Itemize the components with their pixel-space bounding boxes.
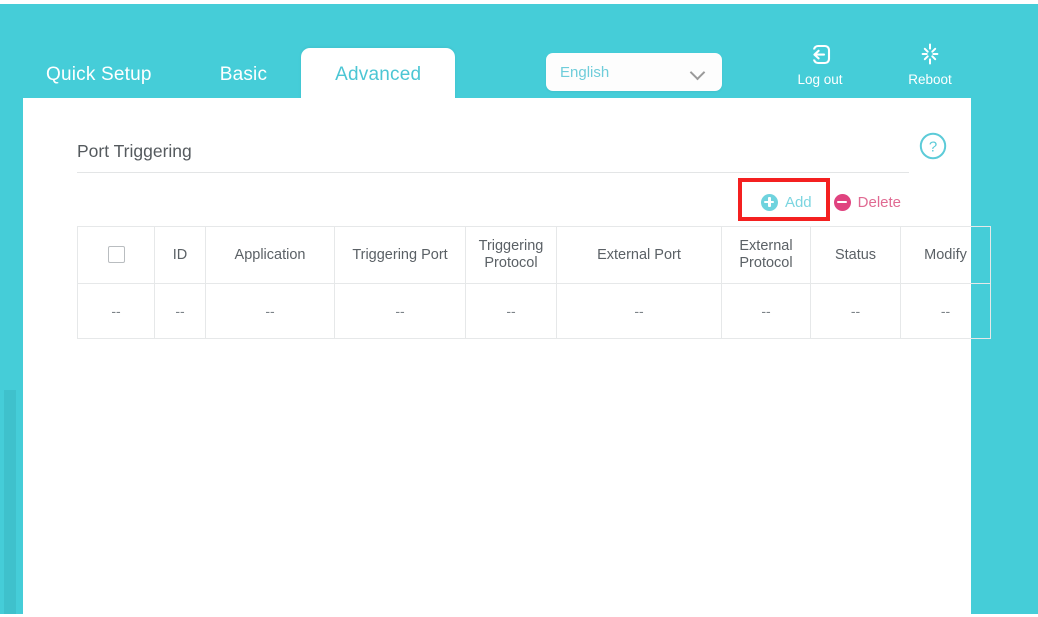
- header-bar: Quick Setup Basic Advanced English Log o…: [0, 4, 1038, 98]
- content-panel: Port Triggering ? Add Delete: [23, 98, 971, 614]
- cell-external-port: --: [557, 284, 722, 339]
- table-body: -- -- -- -- -- -- -- -- --: [78, 284, 991, 339]
- reboot-label: Reboot: [908, 72, 952, 87]
- page-title: Port Triggering: [77, 141, 192, 162]
- column-header-application: Application: [206, 227, 335, 284]
- table-row[interactable]: -- -- -- -- -- -- -- -- --: [78, 284, 991, 339]
- logout-button[interactable]: Log out: [777, 42, 863, 87]
- router-admin-window: Quick Setup Basic Advanced English Log o…: [0, 0, 1038, 617]
- column-header-external-port: External Port: [557, 227, 722, 284]
- tab-quick-setup[interactable]: Quick Setup: [12, 48, 186, 102]
- tab-basic-label: Basic: [220, 64, 267, 86]
- left-scroll-indicator[interactable]: [4, 390, 16, 614]
- main-nav-tabs: Quick Setup Basic Advanced: [12, 48, 455, 102]
- port-triggering-table-wrapper: ID Application Triggering Port Triggerin…: [77, 226, 909, 339]
- minus-circle-icon: [834, 194, 851, 211]
- table-toolbar: Add Delete: [77, 180, 909, 224]
- cell-modify: --: [901, 284, 991, 339]
- column-header-modify: Modify: [901, 227, 991, 284]
- cell-application: --: [206, 284, 335, 339]
- select-all-checkbox[interactable]: [108, 246, 125, 263]
- column-header-status: Status: [811, 227, 901, 284]
- column-header-select-all: [78, 227, 155, 284]
- column-header-triggering-port: Triggering Port: [335, 227, 466, 284]
- tab-advanced-label: Advanced: [335, 64, 421, 86]
- cell-triggering-port: --: [335, 284, 466, 339]
- port-triggering-table: ID Application Triggering Port Triggerin…: [77, 226, 991, 339]
- column-header-id: ID: [155, 227, 206, 284]
- table-header: ID Application Triggering Port Triggerin…: [78, 227, 991, 284]
- cell-select: --: [78, 284, 155, 339]
- help-button[interactable]: ?: [918, 131, 948, 166]
- language-selector-value: English: [560, 64, 692, 81]
- cell-triggering-protocol: --: [466, 284, 557, 339]
- help-circle-icon: ?: [918, 131, 948, 161]
- column-header-triggering-protocol: Triggering Protocol: [466, 227, 557, 284]
- language-selector[interactable]: English: [546, 53, 722, 91]
- plus-circle-icon: [761, 194, 778, 211]
- logout-label: Log out: [797, 72, 842, 87]
- chevron-down-icon: [692, 66, 705, 79]
- svg-text:?: ?: [929, 138, 937, 155]
- add-button[interactable]: Add: [761, 187, 812, 217]
- tab-advanced[interactable]: Advanced: [301, 48, 455, 102]
- title-divider: [77, 172, 909, 173]
- cell-status: --: [811, 284, 901, 339]
- column-header-external-protocol: External Protocol: [722, 227, 811, 284]
- cell-id: --: [155, 284, 206, 339]
- reboot-button[interactable]: Reboot: [887, 42, 973, 87]
- cell-external-protocol: --: [722, 284, 811, 339]
- tab-quick-setup-label: Quick Setup: [46, 64, 152, 86]
- logout-icon: [805, 42, 835, 70]
- table-header-row: ID Application Triggering Port Triggerin…: [78, 227, 991, 284]
- reboot-icon: [915, 42, 945, 70]
- add-button-label: Add: [785, 194, 812, 211]
- delete-button-label: Delete: [858, 194, 901, 211]
- tab-basic[interactable]: Basic: [186, 48, 301, 102]
- delete-button[interactable]: Delete: [834, 187, 901, 217]
